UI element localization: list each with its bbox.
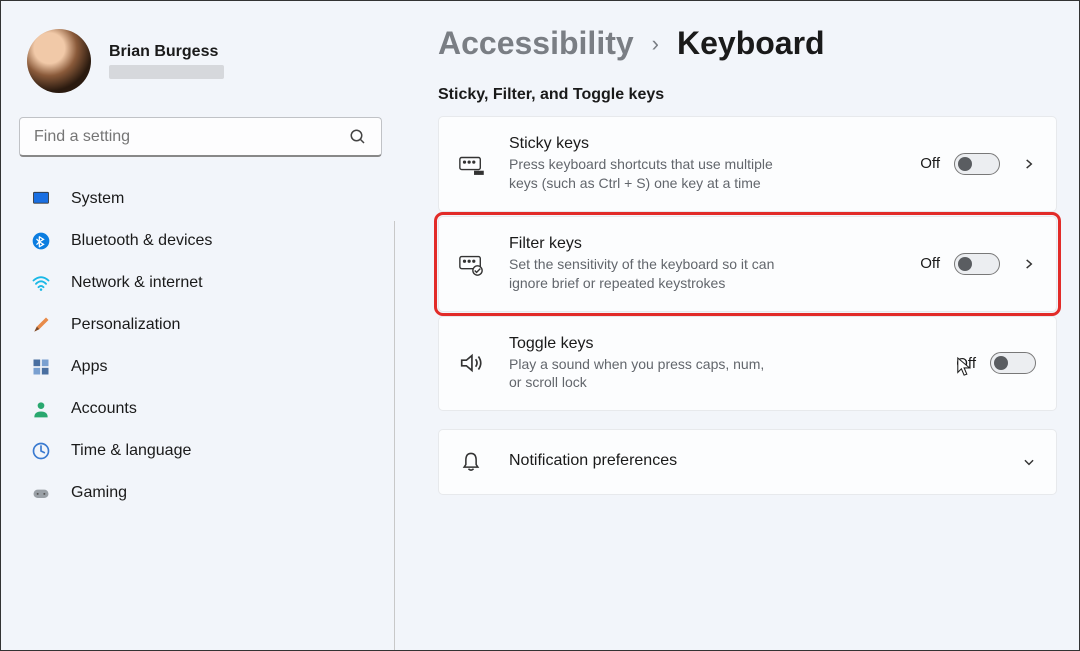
breadcrumb-parent[interactable]: Accessibility: [438, 25, 634, 62]
nav-personalization[interactable]: Personalization: [19, 305, 388, 345]
card-desc: Play a sound when you press caps, num, o…: [509, 355, 779, 393]
nav-label: Apps: [71, 358, 107, 376]
nav-label: Personalization: [71, 316, 180, 334]
card-desc: Set the sensitivity of the keyboard so i…: [509, 255, 779, 293]
search-icon: [349, 128, 367, 146]
monitor-icon: [31, 189, 51, 209]
sticky-keys-toggle[interactable]: [954, 153, 1000, 175]
speaker-icon: [457, 349, 485, 377]
bluetooth-icon: [31, 231, 51, 251]
breadcrumb: Accessibility › Keyboard: [438, 25, 1057, 62]
card-title: Notification preferences: [509, 452, 996, 470]
search-input[interactable]: [34, 128, 349, 146]
clock-globe-icon: [31, 441, 51, 461]
profile-email-redacted: [109, 65, 224, 79]
chevron-right-icon[interactable]: [1022, 157, 1036, 171]
nav-time-language[interactable]: Time & language: [19, 431, 388, 471]
keyboard-icon: [457, 150, 485, 178]
filter-keys-toggle[interactable]: [954, 253, 1000, 275]
wifi-icon: [31, 273, 51, 293]
card-desc: Press keyboard shortcuts that use multip…: [509, 155, 779, 193]
card-filter-keys[interactable]: Filter keys Set the sensitivity of the k…: [438, 216, 1057, 312]
toggle-state: Off: [920, 155, 940, 172]
nav-gaming[interactable]: Gaming: [19, 473, 388, 513]
profile-block[interactable]: Brian Burgess: [19, 19, 388, 113]
nav-label: Gaming: [71, 484, 127, 502]
nav-system[interactable]: System: [19, 179, 388, 219]
nav-bluetooth[interactable]: Bluetooth & devices: [19, 221, 388, 261]
nav-label: Accounts: [71, 400, 137, 418]
nav-network[interactable]: Network & internet: [19, 263, 388, 303]
card-title: Filter keys: [509, 235, 902, 253]
nav-accounts[interactable]: Accounts: [19, 389, 388, 429]
section-title: Sticky, Filter, and Toggle keys: [438, 86, 1057, 104]
nav-label: Network & internet: [71, 274, 203, 292]
card-sticky-keys[interactable]: Sticky keys Press keyboard shortcuts tha…: [438, 116, 1057, 212]
nav-label: Time & language: [71, 442, 191, 460]
toggle-keys-toggle[interactable]: [990, 352, 1036, 374]
card-notification-preferences[interactable]: Notification preferences: [438, 429, 1057, 495]
card-title: Sticky keys: [509, 135, 902, 153]
nav-label: Bluetooth & devices: [71, 232, 212, 250]
search-box[interactable]: [19, 117, 382, 157]
brush-icon: [31, 315, 51, 335]
mouse-cursor-icon: [956, 356, 974, 378]
nav-apps[interactable]: Apps: [19, 347, 388, 387]
toggle-state: Off: [920, 255, 940, 272]
bell-icon: [457, 448, 485, 476]
apps-icon: [31, 357, 51, 377]
breadcrumb-current: Keyboard: [677, 25, 825, 62]
chevron-right-icon[interactable]: [1022, 257, 1036, 271]
person-icon: [31, 399, 51, 419]
keyboard-filter-icon: [457, 250, 485, 278]
card-title: Toggle keys: [509, 335, 938, 353]
profile-name: Brian Burgess: [109, 43, 224, 61]
gamepad-icon: [31, 483, 51, 503]
chevron-down-icon[interactable]: [1022, 455, 1036, 469]
chevron-right-icon: ›: [652, 31, 659, 57]
nav-list: System Bluetooth & devices Network & int…: [19, 179, 388, 513]
sidebar-divider: [394, 221, 395, 650]
nav-label: System: [71, 190, 124, 208]
avatar: [27, 29, 91, 93]
